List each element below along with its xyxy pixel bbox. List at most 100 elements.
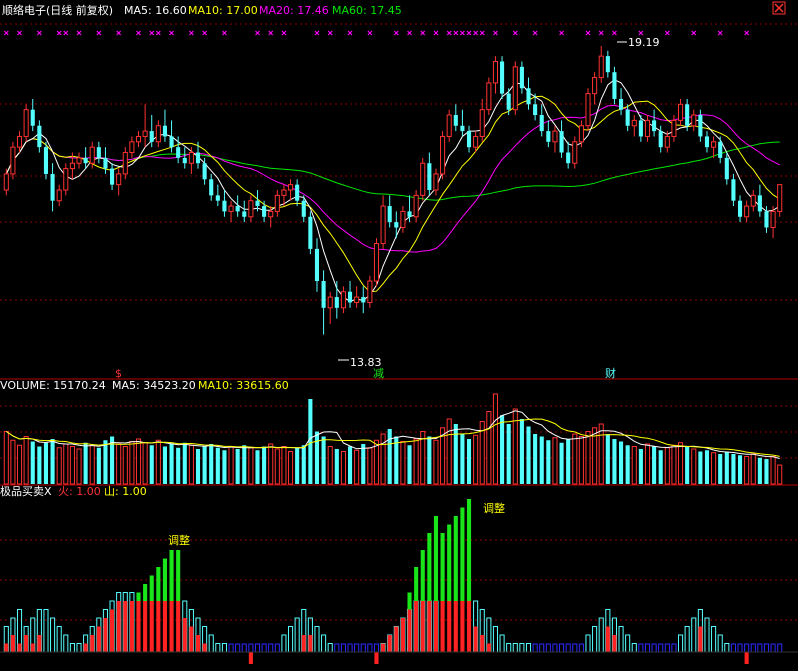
candle-body-down [176, 147, 181, 158]
indicator-bar-red [414, 601, 419, 652]
candle-body-up [644, 119, 651, 137]
indicator-bar-cyan [625, 634, 631, 653]
candle-body-down [242, 211, 247, 217]
candle-body-down [387, 206, 392, 223]
indicator-bar-cyan [43, 609, 49, 653]
candle-body-up [380, 205, 386, 245]
volume-bar-down [737, 455, 743, 484]
indicator-bar-red [308, 635, 313, 652]
volume-bar-up [367, 447, 373, 485]
indicator-title: 极品买卖X [0, 484, 52, 498]
candle-body-up [122, 152, 128, 175]
candle-body-up [116, 173, 122, 186]
indicator-bar-flat [334, 643, 340, 653]
indicator-bar-flat [730, 643, 736, 653]
volume-bar-up [380, 433, 386, 485]
candle-body-down [566, 152, 571, 164]
candle-body-down [96, 147, 101, 158]
candle-body-up [135, 135, 142, 143]
signal-cross [691, 30, 697, 36]
marker-reduce: 减 [373, 367, 384, 380]
volume-bar-down [533, 434, 538, 484]
volume-ma10-label: MA10: 33615.60 [198, 379, 289, 392]
indicator-bar-red [605, 626, 610, 652]
indicator-bar-flat [578, 643, 584, 653]
candle-body-down [262, 206, 267, 217]
volume-bar-up [129, 441, 135, 485]
indicator-bar-flat [763, 643, 770, 653]
candle-body-up [479, 109, 485, 137]
volume-bar-up [492, 393, 499, 485]
candle-body-down [222, 200, 227, 212]
volume-ma5-line [6, 410, 780, 459]
volume-bar-up [711, 452, 717, 485]
indicator-bar-red [453, 601, 458, 652]
moving-average-lines [5, 79, 780, 302]
volume-ma5-label: MA5: 34523.20 [112, 379, 196, 392]
indicator-bar-flat [354, 643, 360, 653]
indicator-bar-green [156, 567, 161, 601]
indicator-bar-green [143, 584, 148, 601]
candle-body-down [731, 179, 736, 201]
indicator-bar-cyan [618, 626, 624, 653]
candle-body-up [512, 66, 518, 111]
signal-cross [466, 30, 472, 36]
volume-bar-down [202, 446, 207, 484]
volume-bar-up [677, 442, 684, 485]
volume-bar-down [308, 399, 313, 484]
indicator-bar-red [123, 601, 128, 652]
indicator-bar-flat [360, 643, 366, 653]
candle-body-up [420, 162, 426, 196]
signal-cross [314, 30, 320, 36]
volume-bar-down [209, 444, 214, 484]
volume-bar-down [704, 450, 710, 484]
candlesticks [3, 45, 783, 335]
candle-body-up [89, 146, 95, 164]
marker-s: $ [115, 367, 122, 380]
indicator-bar-flat [228, 643, 234, 653]
volume-bar-up [777, 464, 783, 485]
ma10-label: MA10: 17.00 [188, 4, 258, 17]
indicator-bar-flat [664, 643, 670, 653]
candle-body-up [777, 184, 783, 212]
volume-bar-up [10, 439, 16, 485]
ma5-line [5, 79, 780, 302]
candle-body-down [110, 168, 115, 185]
candle-body-up [274, 194, 280, 212]
volume-bar-up [228, 446, 234, 485]
signal-cross [420, 30, 426, 36]
indicator-fire-label: 火: 1.00 [58, 485, 101, 498]
indicator-bar-green [169, 550, 174, 601]
volume-bar-down [546, 440, 551, 484]
candle-body-down [718, 141, 723, 158]
indicator-bar-cyan [677, 634, 684, 653]
indicator-pane [0, 499, 798, 664]
volume-bar-down [394, 436, 399, 484]
indicator-bar-cyan [525, 643, 532, 653]
signal-cross [407, 30, 412, 36]
volume-bar-down [347, 446, 353, 484]
candle-body-up [281, 189, 287, 196]
indicator-bar-red [433, 601, 439, 652]
indicator-bar-red [400, 618, 405, 652]
candle-body-up [750, 194, 756, 207]
indicator-bar-red [447, 601, 452, 652]
indicator-bar-flat [241, 643, 247, 653]
indicator-bar-cyan [684, 626, 690, 653]
volume-bar-up [76, 448, 82, 485]
indicator-bar-red [440, 601, 445, 652]
indicator-bar-cyan [512, 643, 518, 653]
candle-body-up [248, 200, 254, 218]
indicator-bar-cyan [69, 643, 75, 653]
close-icon[interactable] [772, 1, 786, 15]
candle-body-down [605, 56, 610, 73]
volume-bar-down [43, 442, 49, 484]
candle-body-down [460, 125, 465, 132]
candle-body-down [215, 195, 220, 201]
candle-body-down [466, 131, 472, 148]
indicator-bar-red [202, 643, 207, 652]
candle-body-down [255, 200, 260, 207]
volume-bar-down [407, 445, 412, 484]
signal-cross [433, 30, 439, 36]
indicator-bar-flat [373, 643, 380, 653]
